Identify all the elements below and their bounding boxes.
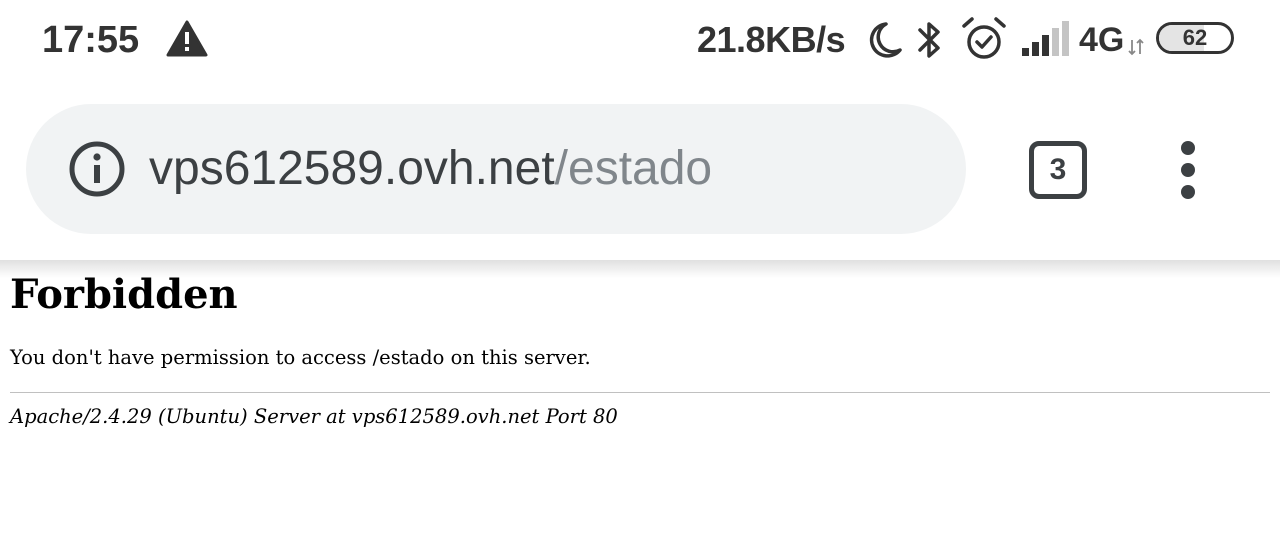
battery-level: 62 (1182, 25, 1208, 50)
error-message: You don't have permission to access /est… (10, 346, 591, 369)
more-options-icon[interactable] (1166, 138, 1210, 202)
tab-switcher-button[interactable]: 3 (1029, 141, 1087, 199)
divider (10, 392, 1270, 393)
network-speed: 21.8KB/s (697, 19, 846, 60)
signal-icon (1022, 21, 1069, 56)
moon-icon (869, 22, 902, 58)
battery-indicator: 62 (1156, 22, 1234, 54)
status-time: 17:55 (42, 19, 140, 61)
warning-triangle-icon (166, 20, 208, 57)
alarm-clock-icon (962, 17, 1006, 59)
browser-toolbar: vps612589.ovh.net/estado 3 (0, 82, 1280, 260)
status-bar: 17:55 21.8KB/s 4G 62 (0, 0, 1280, 82)
page-content: Forbidden You don't have permission to a… (10, 268, 1270, 431)
page-title: Forbidden (10, 271, 238, 318)
network-arrows-icon (1128, 38, 1144, 56)
network-type: 4G (1079, 21, 1125, 59)
bluetooth-icon (918, 22, 940, 58)
url-path: /estado (554, 142, 713, 195)
url-text[interactable]: vps612589.ovh.net/estado (149, 140, 712, 198)
info-icon[interactable] (68, 140, 126, 198)
url-host: vps612589.ovh.net (149, 142, 555, 195)
address-bar[interactable]: vps612589.ovh.net/estado (26, 104, 966, 234)
server-signature: Apache/2.4.29 (Ubuntu) Server at vps6125… (10, 405, 618, 428)
